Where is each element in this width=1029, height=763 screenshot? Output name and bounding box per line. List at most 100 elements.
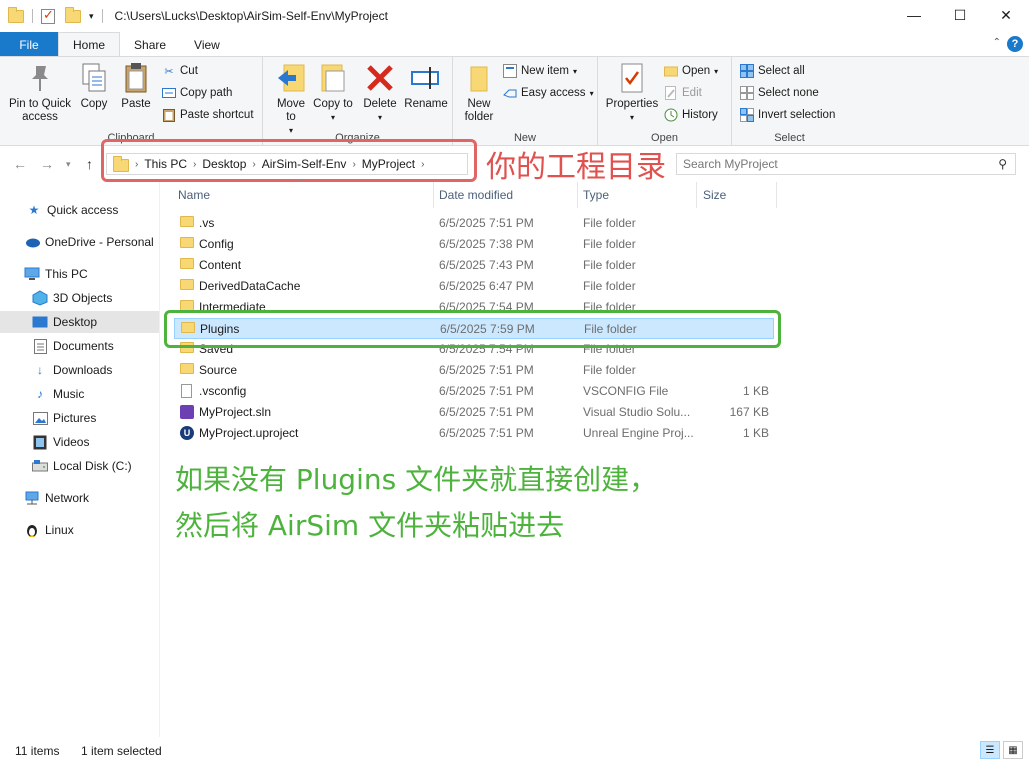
tab-file[interactable]: File bbox=[0, 32, 58, 57]
select-group: Select all Select none Invert selection … bbox=[732, 57, 847, 145]
sidebar-item-this-pc[interactable]: This PC bbox=[0, 263, 159, 285]
maximize-button[interactable]: ☐ bbox=[937, 0, 983, 30]
select-all-button[interactable]: Select all bbox=[740, 62, 805, 80]
sidebar-item-quick-access[interactable]: ★ Quick access bbox=[0, 199, 159, 221]
selection-count: 1 item selected bbox=[81, 744, 162, 758]
copy-path-button[interactable]: Copy path bbox=[162, 84, 232, 102]
collapse-ribbon-icon[interactable]: ⌃ bbox=[993, 37, 1001, 48]
move-to-icon bbox=[275, 61, 307, 95]
table-row[interactable]: Content 6/5/2025 7:43 PM File folder bbox=[174, 255, 774, 276]
history-icon bbox=[664, 108, 678, 122]
pin-to-quick-access-button[interactable]: Pin to Quick access bbox=[6, 61, 74, 124]
file-date: 6/5/2025 6:47 PM bbox=[439, 279, 534, 293]
search-icon: ⚲ bbox=[998, 157, 1007, 171]
move-to-button[interactable]: Move to ▾ bbox=[271, 61, 311, 137]
rename-button[interactable]: Rename bbox=[403, 61, 449, 111]
copy-path-icon bbox=[162, 86, 176, 100]
delete-button[interactable]: Delete ▾ bbox=[360, 61, 400, 124]
paste-shortcut-icon bbox=[162, 108, 176, 122]
sidebar-item-pictures[interactable]: Pictures bbox=[0, 407, 159, 429]
file-size: 1 KB bbox=[742, 384, 769, 398]
table-row[interactable]: Config 6/5/2025 7:38 PM File folder bbox=[174, 234, 774, 255]
customize-toolbar-icon[interactable]: ▾ bbox=[89, 11, 94, 22]
open-group: Properties ▾ Open ▾ Edit History Open bbox=[598, 57, 732, 145]
disk-icon bbox=[32, 458, 48, 474]
help-icon[interactable]: ? bbox=[1007, 36, 1023, 52]
table-row[interactable]: Source 6/5/2025 7:51 PM File folder bbox=[174, 360, 774, 381]
search-input[interactable]: Search MyProject ⚲ bbox=[676, 153, 1016, 175]
file-name: .vsconfig bbox=[199, 384, 247, 398]
table-row[interactable]: .vs 6/5/2025 7:51 PM File folder bbox=[174, 213, 774, 234]
large-icons-view-icon[interactable]: ▦ bbox=[1003, 741, 1023, 759]
open-button[interactable]: Open ▾ bbox=[664, 62, 718, 80]
invert-selection-button[interactable]: Invert selection bbox=[740, 106, 835, 124]
details-view-icon[interactable]: ☰ bbox=[980, 741, 1000, 759]
scissors-icon: ✂ bbox=[164, 65, 174, 78]
music-icon: ♪ bbox=[37, 387, 43, 401]
open-icon bbox=[664, 64, 678, 78]
select-all-icon bbox=[740, 64, 754, 78]
table-row[interactable]: MyProject.sln 6/5/2025 7:51 PM Visual Stud… bbox=[174, 402, 774, 423]
properties-icon[interactable] bbox=[41, 7, 55, 24]
column-size[interactable]: Size bbox=[703, 182, 775, 208]
file-name: DerivedDataCache bbox=[199, 279, 301, 293]
edit-button[interactable]: Edit bbox=[664, 84, 702, 102]
file-size: 167 KB bbox=[729, 405, 769, 419]
sidebar-item-local-disk[interactable]: Local Disk (C:) bbox=[0, 455, 159, 477]
quick-access-toolbar: ▾ bbox=[0, 6, 107, 24]
edit-icon bbox=[664, 86, 678, 100]
tab-home[interactable]: Home bbox=[58, 32, 121, 57]
forward-arrow-icon[interactable]: → bbox=[40, 156, 54, 172]
up-arrow-icon[interactable]: ↑ bbox=[86, 156, 93, 172]
new-folder-button[interactable]: New folder bbox=[459, 61, 499, 124]
sidebar-item-onedrive[interactable]: OneDrive - Personal bbox=[0, 231, 159, 253]
rename-icon bbox=[410, 61, 442, 95]
paste-shortcut-button[interactable]: Paste shortcut bbox=[162, 106, 254, 124]
delete-icon bbox=[364, 61, 396, 95]
file-name: MyProject.sln bbox=[199, 405, 272, 419]
sidebar-item-desktop[interactable]: Desktop bbox=[0, 311, 159, 333]
paste-button[interactable]: Paste bbox=[118, 61, 154, 111]
column-type[interactable]: Type bbox=[583, 182, 695, 208]
folder-icon bbox=[180, 216, 194, 227]
cut-button[interactable]: ✂ Cut bbox=[162, 62, 198, 80]
copy-to-button[interactable]: Copy to ▾ bbox=[313, 61, 353, 124]
folder-icon bbox=[180, 237, 194, 248]
sidebar-item-downloads[interactable]: ↓ Downloads bbox=[0, 359, 159, 381]
plugins-highlight-box bbox=[164, 310, 781, 348]
minimize-button[interactable]: — bbox=[891, 0, 937, 30]
desktop-icon bbox=[32, 314, 48, 330]
new-item-button[interactable]: New item ▾ bbox=[503, 62, 577, 80]
annotation-create-plugins: 如果没有 Plugins 文件夹就直接创建， bbox=[175, 463, 658, 496]
select-none-button[interactable]: Select none bbox=[740, 84, 819, 102]
window-controls: — ☐ ✕ bbox=[891, 0, 1029, 30]
history-button[interactable]: History bbox=[664, 106, 718, 124]
table-row[interactable]: .vsconfig 6/5/2025 7:51 PM VSCONFIG File 1 … bbox=[174, 381, 774, 402]
title-bar: ▾ C:\Users\Lucks\Desktop\AirSim-Self-Env… bbox=[0, 0, 1029, 32]
copy-button[interactable]: Copy bbox=[76, 61, 112, 111]
cube-icon bbox=[32, 290, 48, 306]
tab-share[interactable]: Share bbox=[120, 32, 180, 57]
file-icon bbox=[181, 384, 192, 398]
sidebar-item-documents[interactable]: Documents bbox=[0, 335, 159, 357]
file-name: Config bbox=[199, 237, 234, 251]
table-row[interactable]: U MyProject.uproject 6/5/2025 7:51 PM Unrea… bbox=[174, 423, 774, 444]
file-type: File folder bbox=[583, 237, 636, 251]
new-folder-icon[interactable] bbox=[65, 6, 81, 23]
back-arrow-icon[interactable]: ← bbox=[13, 156, 27, 172]
easy-access-button[interactable]: Easy access ▾ bbox=[503, 84, 594, 102]
close-button[interactable]: ✕ bbox=[983, 0, 1029, 30]
tab-view[interactable]: View bbox=[180, 32, 234, 57]
sidebar-item-linux[interactable]: Linux bbox=[0, 519, 159, 541]
sidebar-item-3d-objects[interactable]: 3D Objects bbox=[0, 287, 159, 309]
sidebar-item-videos[interactable]: Videos bbox=[0, 431, 159, 453]
document-icon bbox=[32, 338, 48, 354]
recent-locations-icon[interactable]: ▾ bbox=[66, 159, 71, 170]
sidebar-item-network[interactable]: Network bbox=[0, 487, 159, 509]
column-name[interactable]: Name bbox=[178, 182, 433, 208]
sidebar-item-music[interactable]: ♪ Music bbox=[0, 383, 159, 405]
properties-button[interactable]: Properties ▾ bbox=[604, 61, 660, 124]
column-date-modified[interactable]: Date modified bbox=[439, 182, 577, 208]
table-row[interactable]: DerivedDataCache 6/5/2025 6:47 PM File fol… bbox=[174, 276, 774, 297]
ribbon-tabs: File Home Share View ⌃ ? bbox=[0, 32, 1029, 57]
